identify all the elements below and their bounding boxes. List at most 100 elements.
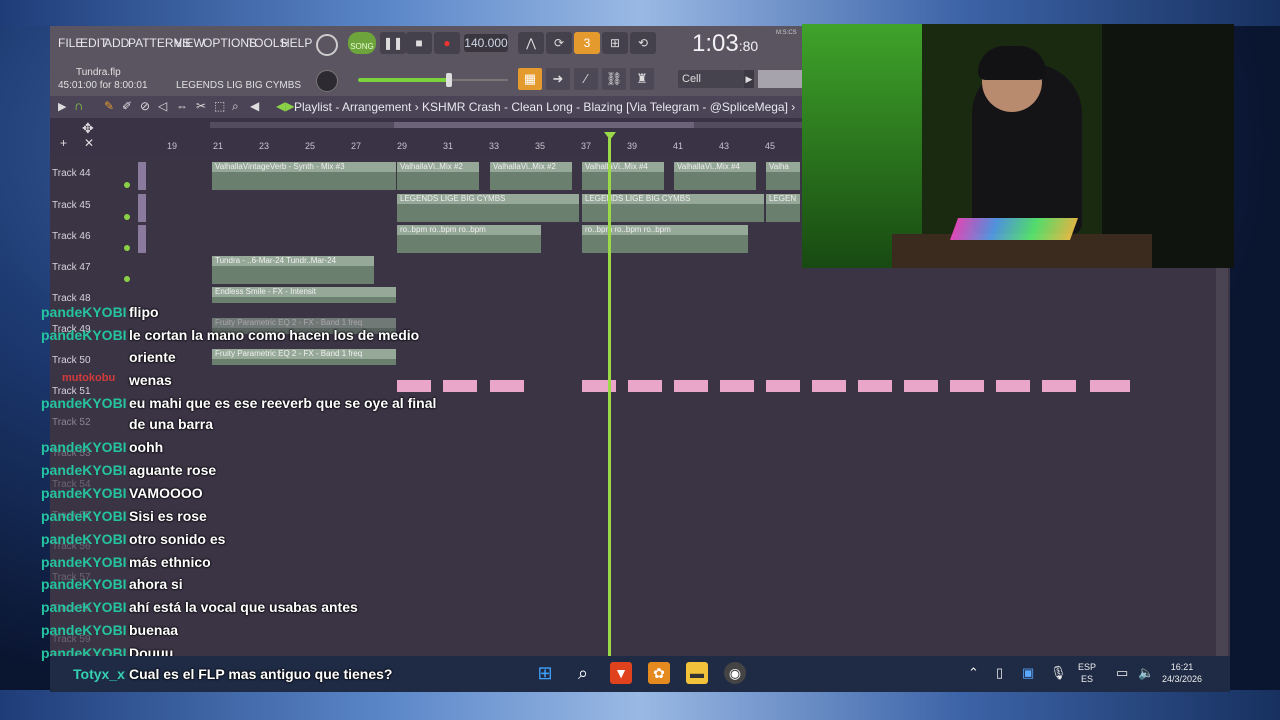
magnet-icon[interactable]: ∩ — [74, 98, 83, 113]
windows-taskbar: Totyx_x Cual es el FLP mas antiguo que t… — [50, 656, 1230, 692]
metronome-icon[interactable]: ⋀ — [518, 32, 544, 54]
move-icon[interactable]: ✥ — [82, 120, 94, 137]
track-enable-icon[interactable] — [124, 214, 130, 220]
channel-rack-icon[interactable]: ➜ — [546, 68, 570, 90]
delete-tool-icon[interactable]: ⊘ — [140, 99, 150, 113]
playlist-arrow-icon[interactable]: ▶ — [58, 100, 66, 113]
track-label[interactable]: Track 44 — [52, 168, 91, 179]
song-mode-toggle[interactable]: SONG — [348, 32, 376, 54]
plugin-icon[interactable]: ♜ — [630, 68, 654, 90]
playhead[interactable] — [608, 138, 611, 692]
menu-help[interactable]: HELP — [281, 36, 312, 50]
audio-clip[interactable]: LEGENDS LIGE BIG CYMBS — [397, 194, 579, 222]
close-icon[interactable]: ✕ — [84, 136, 94, 150]
ruler-tick: 19 — [167, 141, 178, 151]
tempo-field[interactable]: 140.000 — [464, 34, 508, 52]
pause-button[interactable]: ❚❚ — [380, 32, 406, 54]
wait-input-icon[interactable]: ⟳ — [546, 32, 572, 54]
draw-tool-icon[interactable]: ✎ — [104, 99, 114, 113]
slip-tool-icon[interactable]: ⇔ — [176, 99, 188, 113]
obs-icon[interactable]: ◉ — [724, 662, 746, 684]
slice-tool-icon[interactable]: ✂ — [196, 99, 206, 113]
loop-record-icon[interactable]: ⟲ — [630, 32, 656, 54]
track-enable-icon[interactable] — [124, 245, 130, 251]
stop-button[interactable]: ■ — [406, 32, 432, 54]
pattern-clip[interactable] — [1042, 380, 1076, 392]
pattern-clip[interactable] — [812, 380, 846, 392]
automation-clip[interactable]: ValhallaVi..Mix #4 — [582, 162, 664, 190]
track-label[interactable]: Track 48 — [52, 293, 91, 304]
audio-clip[interactable]: LEGEN — [766, 194, 800, 222]
add-track-icon[interactable]: + — [60, 136, 67, 150]
automation-clip[interactable]: ValhallaVintageVerb - Synth - Mix #3 — [212, 162, 396, 190]
app-tray-icon[interactable]: ▣ — [1022, 665, 1034, 681]
chat-message: le cortan la mano como hacen los de medi… — [129, 327, 420, 343]
pattern-clip[interactable] — [397, 380, 431, 392]
pattern-clip[interactable] — [490, 380, 524, 392]
track-label[interactable]: Track 50 — [52, 355, 91, 366]
track-enable-icon[interactable] — [124, 276, 130, 282]
paint-tool-icon[interactable]: ✐ — [122, 99, 132, 113]
record-button[interactable]: ● — [434, 32, 460, 54]
mixer-icon[interactable]: ⁄ — [574, 68, 598, 90]
fl-studio-icon[interactable]: ✿ — [648, 662, 670, 684]
snap-arrow-icon[interactable]: ▶ — [744, 70, 754, 88]
automation-clip[interactable]: ValhallaVi..Mix #4 — [674, 162, 756, 190]
master-pitch-slider[interactable] — [358, 78, 448, 82]
automation-clip[interactable]: Fruity Parametric EQ 2 - FX - Band 1 fre… — [212, 349, 396, 365]
track-label[interactable]: Track 47 — [52, 262, 91, 273]
pattern-clip[interactable] — [996, 380, 1030, 392]
mute-tool-icon[interactable]: ◁ — [158, 99, 167, 113]
microphone-icon[interactable]: 🎙 — [1050, 665, 1067, 681]
pattern-clip[interactable] — [950, 380, 984, 392]
usb-icon[interactable]: ▯ — [996, 665, 1003, 681]
step-edit-icon[interactable]: ⊞ — [602, 32, 628, 54]
track-label[interactable]: Track 52 — [52, 417, 91, 428]
audio-clip[interactable]: ro..bpm ro..bpm ro..bpm — [582, 225, 748, 253]
playlist-menu-icon[interactable]: ◀▶ — [276, 99, 294, 113]
playlist-icon[interactable]: ▦ — [518, 68, 542, 90]
playback-tool-icon[interactable]: ◀ — [250, 99, 259, 113]
master-volume-knob[interactable] — [316, 70, 338, 92]
pattern-clip[interactable] — [904, 380, 938, 392]
pattern-clip[interactable] — [674, 380, 708, 392]
track-label[interactable]: Track 45 — [52, 200, 91, 211]
snap-select[interactable]: Cell — [678, 70, 744, 88]
automation-clip[interactable]: Endless Smile - FX - Intensit — [212, 287, 396, 303]
pattern-clip[interactable] — [858, 380, 892, 392]
automation-clip[interactable]: ValhallaVi..Mix #2 — [490, 162, 572, 190]
audio-clip[interactable]: Tundra - ..6-Mar-24 Tundr..Mar-24 — [212, 256, 374, 284]
brave-browser-icon[interactable]: ▼ — [610, 662, 632, 684]
overview-handle[interactable] — [394, 122, 694, 128]
pattern-clip[interactable] — [443, 380, 477, 392]
volume-icon[interactable]: 🔈 — [1138, 665, 1154, 681]
slider-handle[interactable] — [446, 73, 452, 87]
vertical-scrollbar[interactable] — [1216, 266, 1228, 692]
track-enable-icon[interactable] — [124, 182, 130, 188]
language-indicator[interactable]: ESP ES — [1078, 661, 1096, 685]
select-tool-icon[interactable]: ⬚ — [214, 99, 225, 113]
pattern-clip[interactable] — [720, 380, 754, 392]
menu-add[interactable]: ADD — [104, 36, 129, 50]
clock[interactable]: 16:21 24/3/2026 — [1162, 661, 1202, 685]
zoom-tool-icon[interactable]: ⌕ — [232, 99, 239, 114]
windows-start-icon[interactable]: ⊞ — [534, 662, 556, 684]
link-icon[interactable]: ⛓ — [602, 68, 626, 90]
network-icon[interactable]: ▭ — [1116, 665, 1128, 681]
automation-clip[interactable]: Valha — [766, 162, 800, 190]
chevron-up-icon[interactable]: ⌃ — [968, 665, 979, 681]
menu-view[interactable]: VIEW — [174, 36, 205, 50]
pattern-clip[interactable] — [1090, 380, 1130, 392]
track-label[interactable]: Track 46 — [52, 231, 91, 242]
search-icon[interactable]: ⌕ — [572, 662, 594, 684]
track-color-bar — [138, 194, 146, 222]
automation-clip[interactable]: ValhallaVi..Mix #2 — [397, 162, 479, 190]
file-explorer-icon[interactable]: ▬ — [686, 662, 708, 684]
ruler-tick: 27 — [351, 141, 362, 151]
countdown-icon[interactable]: 3 — [574, 32, 600, 54]
pattern-clip[interactable] — [766, 380, 800, 392]
audio-clip[interactable]: ro..bpm ro..bpm ro..bpm — [397, 225, 541, 253]
hint-bar — [758, 70, 802, 88]
chat-username: Totyx_x — [73, 666, 125, 682]
pattern-clip[interactable] — [628, 380, 662, 392]
